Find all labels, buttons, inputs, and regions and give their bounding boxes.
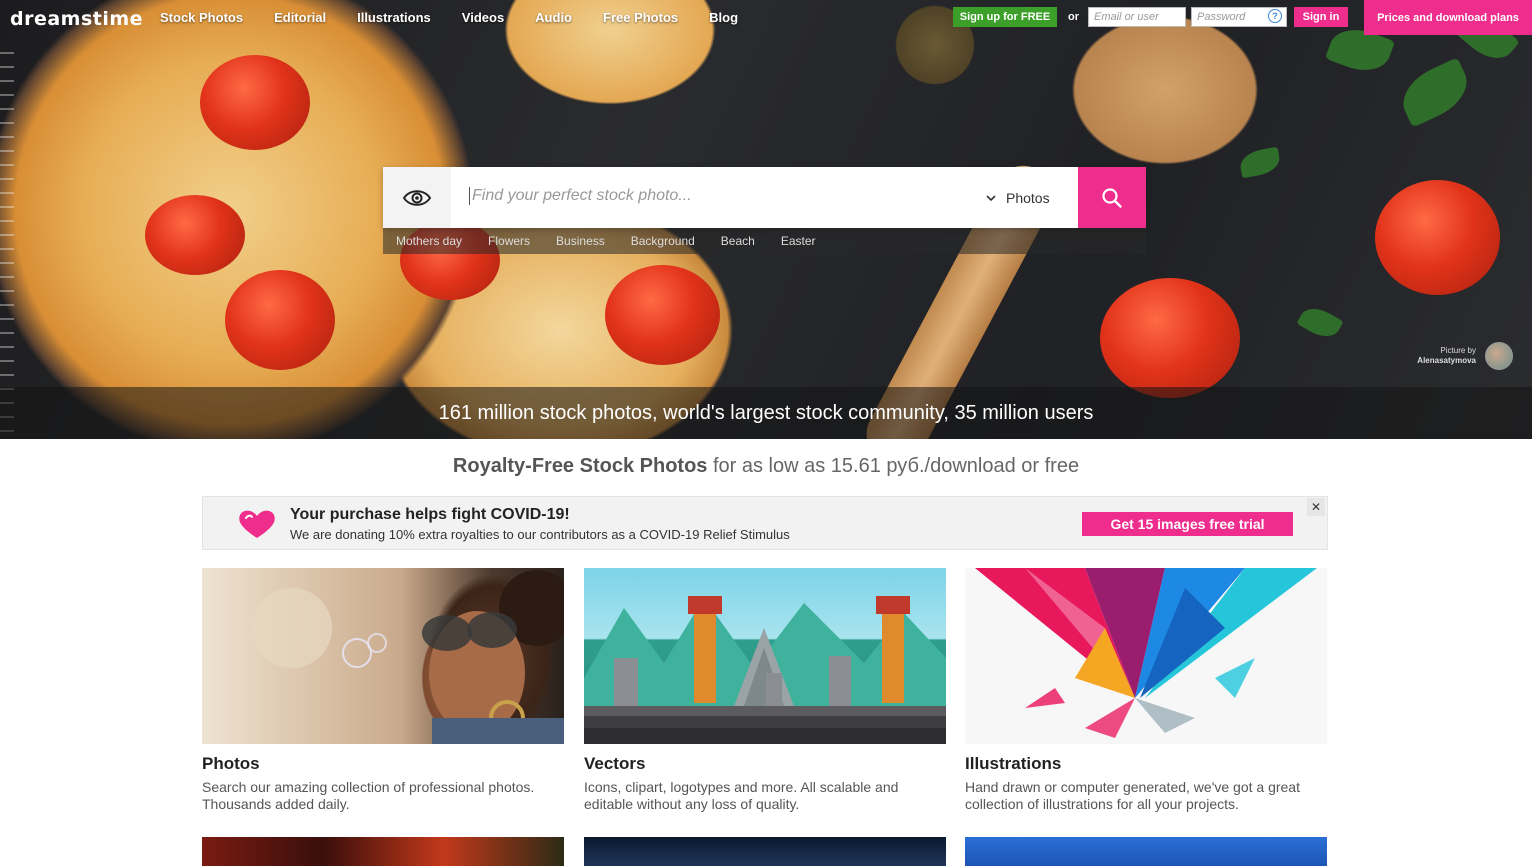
suggestion-easter[interactable]: Easter [781,234,816,248]
tagline-rest: for as low as 15.61 руб./download or fre… [712,455,1080,477]
signin-button[interactable]: Sign in [1294,7,1348,27]
covid-notice: Your purchase helps fight COVID-19! We a… [202,496,1328,550]
next-row-thumbnail-3[interactable] [965,837,1327,866]
vectors-illustration [584,596,946,706]
tagline-bold: Royalty-Free Stock Photos [452,455,708,477]
basil-decoration [1296,301,1344,344]
credit-label: Picture by [1440,346,1476,355]
email-field[interactable]: Email or user [1088,7,1186,27]
photos-illustration [252,570,564,744]
covid-title: Your purchase helps fight COVID-19! [290,506,570,523]
card-photos-title[interactable]: Photos [202,754,564,774]
tomato-decoration [605,265,720,365]
left-edge-decoration [0,40,14,440]
tomato-decoration [1375,180,1500,295]
chevron-down-icon [986,194,996,201]
eye-icon [402,189,432,206]
photo-credit: Picture by Alenasatymova [1400,346,1476,366]
card-illustrations-desc: Hand drawn or computer generated, we've … [965,779,1300,812]
nav-item-stock-photos[interactable]: Stock Photos [160,10,243,25]
tomato-decoration [1100,278,1240,398]
card-photos[interactable]: Photos Search our amazing collection of … [202,568,564,813]
nav-item-videos[interactable]: Videos [462,10,504,25]
suggestion-flowers[interactable]: Flowers [488,234,530,248]
illustrations-thumbnail[interactable] [965,568,1327,744]
tagline: Royalty-Free Stock Photos for as low as … [0,455,1532,478]
card-illustrations-title[interactable]: Illustrations [965,754,1327,774]
card-next-row-2[interactable] [584,837,946,866]
main-nav: Stock Photos Editorial Illustrations Vid… [160,10,769,25]
logo[interactable]: dreamstime [10,8,143,30]
search-type-label: Photos [1006,190,1050,206]
or-label: or [1068,11,1079,23]
stats-banner: 161 million stock photos, world's larges… [0,387,1532,439]
search-box: Find your perfect stock photo... Photos [383,167,1146,228]
nav-item-audio[interactable]: Audio [535,10,572,25]
close-icon[interactable]: ✕ [1307,498,1325,516]
vectors-thumbnail[interactable] [584,568,946,744]
nav-item-free-photos[interactable]: Free Photos [603,10,678,25]
next-row-thumbnail-2[interactable] [584,837,946,866]
nav-item-editorial[interactable]: Editorial [274,10,326,25]
suggestion-mothers-day[interactable]: Mothers day [396,234,462,248]
tomato-decoration [145,195,245,275]
heart-icon [239,510,275,538]
credit-author[interactable]: Alenasatymova [1400,356,1476,366]
card-photos-desc: Search our amazing collection of profess… [202,779,535,812]
illustrations-illustration [975,568,1317,738]
suggestion-beach[interactable]: Beach [721,234,755,248]
tomato-decoration [225,270,335,370]
card-vectors-desc: Icons, clipart, logotypes and more. All … [584,779,899,812]
signup-button[interactable]: Sign up for FREE [953,7,1057,27]
photos-thumbnail[interactable] [202,568,564,744]
nav-item-illustrations[interactable]: Illustrations [357,10,431,25]
search-icon [1102,187,1122,208]
basil-decoration [1238,146,1282,179]
basil-decoration [1393,57,1477,128]
prices-button[interactable]: Prices and download plans [1364,0,1532,35]
card-illustrations[interactable]: Illustrations Hand drawn or computer gen… [965,568,1327,813]
covid-text: We are donating 10% extra royalties to o… [290,527,790,542]
nav-item-blog[interactable]: Blog [709,10,738,25]
card-vectors[interactable]: Vectors Icons, clipart, logotypes and mo… [584,568,946,813]
search-suggestions: Mothers day Flowers Business Background … [383,228,1146,254]
card-vectors-title[interactable]: Vectors [584,754,946,774]
card-next-row-3[interactable] [965,837,1327,866]
next-row-thumbnail-1[interactable] [202,837,564,866]
suggestion-background[interactable]: Background [631,234,695,248]
tomato-decoration [200,55,310,150]
search-type-select[interactable]: Photos [986,190,1050,206]
search-input[interactable]: Find your perfect stock photo... [469,187,949,205]
visual-search-button[interactable] [383,167,451,228]
free-trial-button[interactable]: Get 15 images free trial [1082,512,1293,536]
top-navigation: dreamstime Stock Photos Editorial Illust… [0,0,1532,35]
suggestion-business[interactable]: Business [556,234,605,248]
help-icon[interactable]: ? [1268,9,1282,23]
search-button[interactable] [1078,167,1146,228]
card-next-row-1[interactable] [202,837,564,866]
author-avatar[interactable] [1485,342,1513,370]
